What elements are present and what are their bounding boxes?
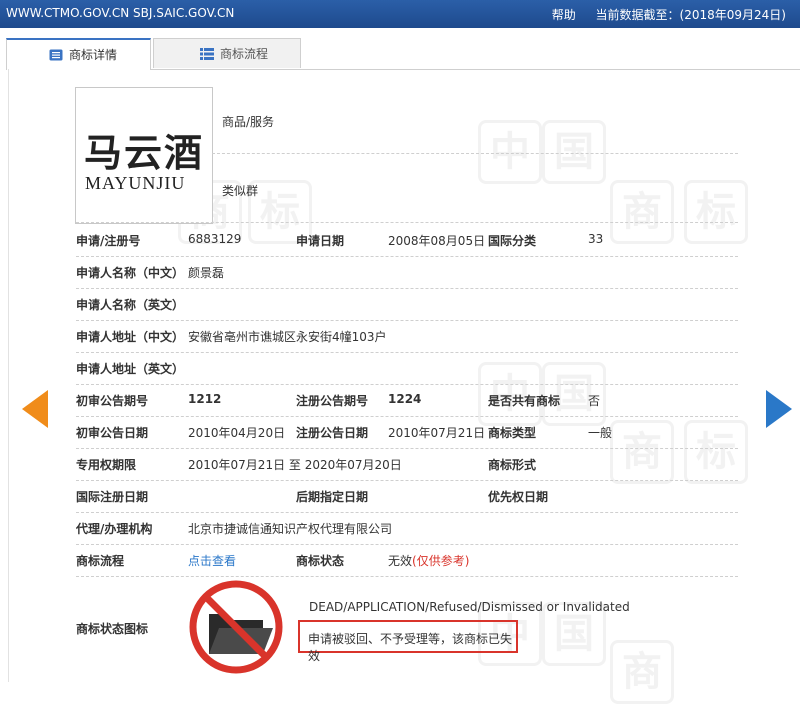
divider xyxy=(76,416,738,417)
priority-date-label: 优先权日期 xyxy=(488,490,549,504)
later-date-label: 后期指定日期 xyxy=(296,490,369,504)
help-link[interactable]: 帮助 xyxy=(552,8,576,22)
status-icon-label: 商标状态图标 xyxy=(76,622,149,636)
agent-label: 代理/办理机构 xyxy=(76,522,153,536)
watermark-char: 商 xyxy=(610,640,674,704)
status-explanation-box: 申请被驳回、不予受理等，该商标已失效 xyxy=(298,620,518,663)
divider xyxy=(212,153,738,154)
status-caption-en: DEAD/APPLICATION/Refused/Dismissed or In… xyxy=(309,600,630,614)
agent-value: 北京市捷诚信通知识产权代理有限公司 xyxy=(188,522,393,536)
address-en-label: 申请人地址（英文） xyxy=(76,362,185,376)
divider xyxy=(76,320,738,321)
tm-form-label: 商标形式 xyxy=(488,458,537,472)
status-value: 无效(仅供参考) xyxy=(388,552,469,569)
tab-label: 商标流程 xyxy=(220,47,269,61)
divider xyxy=(76,448,738,449)
applicant-cn-value: 颜景磊 xyxy=(188,266,225,280)
prelim-issue-label: 初审公告期号 xyxy=(76,394,149,408)
prelim-date-value: 2010年04月20日 xyxy=(188,426,286,440)
reg-no-label: 申请/注册号 xyxy=(76,234,141,248)
reg-no-value: 6883129 xyxy=(188,232,242,246)
status-caption-cn: 申请被驳回、不予受理等，该商标已失效 xyxy=(308,632,513,663)
goods-services-label: 商品/服务 xyxy=(222,115,275,129)
divider xyxy=(76,256,738,257)
shared-label: 是否共有商标 xyxy=(488,394,561,408)
status-text: 无效 xyxy=(388,554,413,568)
folder-prohibited-icon xyxy=(189,580,283,674)
tab-trademark-details[interactable]: 商标详情 xyxy=(6,38,151,70)
similar-group-label: 类似群 xyxy=(222,184,259,198)
address-cn-label: 申请人地址（中文） xyxy=(76,330,185,344)
address-cn-value: 安徽省亳州市谯城区永安街4幢103户 xyxy=(188,330,387,344)
data-date-label: 当前数据截至：(2018年09月24日) xyxy=(595,8,786,22)
view-flow-link[interactable]: 点击查看 xyxy=(188,552,236,569)
prelim-issue-value: 1212 xyxy=(188,392,222,406)
reg-date-label: 注册公告日期 xyxy=(296,426,369,440)
flow-label: 商标流程 xyxy=(76,554,125,568)
divider xyxy=(76,352,738,353)
site-urls: WWW.CTMO.GOV.CN SBJ.SAIC.GOV.CN xyxy=(6,6,235,20)
divider xyxy=(76,288,738,289)
reg-date-value: 2010年07月21日 xyxy=(388,426,486,440)
tab-label: 商标详情 xyxy=(69,48,118,62)
intl-class-label: 国际分类 xyxy=(488,234,537,248)
logo-chinese-text: 马云酒 xyxy=(84,130,205,175)
intl-reg-date-label: 国际注册日期 xyxy=(76,490,149,504)
prelim-date-label: 初审公告日期 xyxy=(76,426,149,440)
list-icon xyxy=(200,48,214,60)
tm-type-label: 商标类型 xyxy=(488,426,537,440)
tab-trademark-flow[interactable]: 商标流程 xyxy=(153,38,301,68)
watermark-char: 国 xyxy=(542,120,606,184)
reg-issue-label: 注册公告期号 xyxy=(296,394,369,408)
tm-type-value: 一般 xyxy=(588,426,613,440)
status-label: 商标状态 xyxy=(296,554,345,568)
exclusive-period-value: 2010年07月21日 至 2020年07月20日 xyxy=(188,458,402,472)
watermark-char: 商 xyxy=(610,420,674,484)
watermark-char: 标 xyxy=(684,420,748,484)
reg-issue-value: 1224 xyxy=(388,392,422,406)
previous-arrow-icon[interactable] xyxy=(22,390,48,428)
divider xyxy=(76,480,738,481)
divider xyxy=(76,222,738,223)
app-date-label: 申请日期 xyxy=(296,234,345,248)
next-arrow-icon[interactable] xyxy=(766,390,792,428)
trademark-image: 马云酒 MAYUNJIU xyxy=(75,87,213,224)
shared-value: 否 xyxy=(588,394,601,408)
logo-english-text: MAYUNJIU xyxy=(85,173,186,193)
applicant-cn-label: 申请人名称（中文） xyxy=(76,266,185,280)
status-note: (仅供参考) xyxy=(412,554,470,568)
watermark-char: 中 xyxy=(478,120,542,184)
divider xyxy=(76,512,738,513)
document-list-icon xyxy=(49,49,63,61)
divider xyxy=(76,544,738,545)
watermark-char: 标 xyxy=(684,180,748,244)
applicant-en-label: 申请人名称（英文） xyxy=(76,298,185,312)
watermark-char: 商 xyxy=(610,180,674,244)
intl-class-value: 33 xyxy=(588,232,604,246)
top-bar: WWW.CTMO.GOV.CN SBJ.SAIC.GOV.CN 帮助 当前数据截… xyxy=(0,0,800,28)
divider xyxy=(76,576,738,577)
divider xyxy=(76,384,738,385)
app-date-value: 2008年08月05日 xyxy=(388,234,486,248)
exclusive-period-label: 专用权期限 xyxy=(76,458,137,472)
tab-bar: 商标详情 商标流程 xyxy=(6,38,800,70)
